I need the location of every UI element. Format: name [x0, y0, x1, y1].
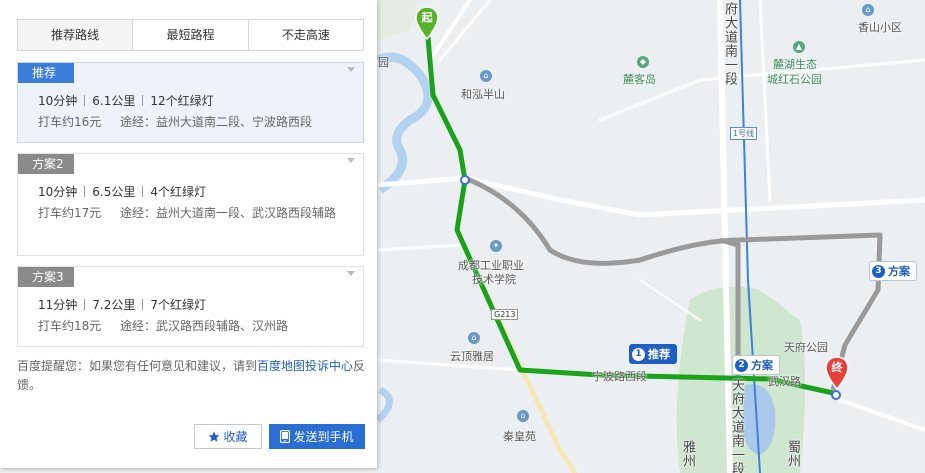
plan-header: 方案3	[18, 267, 363, 287]
map-label-xiangshan: 香山小区	[858, 21, 902, 34]
route-tabs: 推荐路线 最短路程 不走高速	[17, 19, 364, 51]
poi-icon[interactable]: ⌂	[517, 410, 529, 422]
tab-no-highway[interactable]: 不走高速	[248, 20, 363, 50]
map-label-hehong: 和泓半山	[461, 88, 505, 101]
plan-info: 打车约16元 途经：益州大道南二段、宁波路西段	[38, 112, 348, 133]
plan-tag: 推荐	[18, 63, 74, 83]
map-label-tianfu-park: 天府公园	[784, 341, 828, 354]
separator	[142, 299, 144, 310]
poi-icon[interactable]: ▲	[793, 41, 805, 53]
plan-info: 打车约18元 途经：武汉路西段辅路、汉州路	[38, 316, 348, 337]
map-label-cdzy2: 技术学院	[472, 273, 516, 286]
plan-distance: 6.5公里	[92, 185, 136, 199]
separator	[84, 186, 86, 197]
route-tag-number: 3	[872, 264, 885, 278]
end-marker[interactable]: 终	[825, 356, 849, 391]
tab-recommended[interactable]: 推荐路线	[18, 20, 134, 50]
plan-distance: 7.2公里	[92, 298, 136, 312]
phone-icon	[280, 430, 291, 443]
plan-time: 11分钟	[38, 298, 78, 312]
separator	[142, 186, 144, 197]
map-label-luhu2: 城红石公园	[767, 73, 822, 86]
poi-icon[interactable]: ⌂	[468, 332, 480, 344]
plan-via: 途经：益州大道南二段、宁波路西段	[120, 115, 313, 129]
route-tag-plan3[interactable]: 3 方案	[869, 261, 917, 281]
plan-header: 方案2	[18, 154, 363, 174]
star-icon	[208, 431, 220, 442]
poi-icon[interactable]: ⌂	[862, 4, 874, 16]
plan-taxi-fare: 打车约16元	[38, 115, 102, 129]
send-to-phone-button[interactable]: 发送到手机	[269, 424, 365, 449]
tab-shortest[interactable]: 最短路程	[133, 20, 249, 50]
map-label-yazhou: 雅州	[680, 440, 695, 468]
favorite-button[interactable]: 收藏	[194, 424, 262, 449]
favorite-label: 收藏	[223, 430, 248, 444]
plan-stats: 10分钟 6.1公里 12个红绿灯	[38, 92, 214, 109]
plan-lights: 12个红绿灯	[150, 94, 214, 108]
separator	[84, 95, 86, 106]
map-label-luke: 麓客岛	[623, 73, 656, 86]
poi-icon[interactable]: ⌂	[480, 70, 492, 82]
map-label-yuan: 园	[378, 56, 389, 69]
feedback-notice: 百度提醒您：如果您有任何意见和建议，请到百度地图投诉中心反馈。	[17, 357, 367, 395]
route-tag-plan2[interactable]: 2 方案	[732, 355, 780, 375]
plan-lights: 7个红绿灯	[150, 298, 207, 312]
complaint-center-link[interactable]: 百度地图投诉中心	[257, 359, 353, 373]
poi-icon[interactable]: ◆	[637, 56, 649, 68]
plan-info: 打车约17元 途经：益州大道南一段、武汉路西段辅路	[38, 203, 348, 224]
route-plan-1[interactable]: 推荐 10分钟 6.1公里 12个红绿灯 打车约16元 途经：益州大道南二段、宁波…	[17, 62, 364, 143]
map-label-tianfu-vert: 天府大道南一段	[729, 378, 744, 473]
plan-tag: 方案3	[18, 267, 74, 287]
separator	[142, 95, 144, 106]
plan-lights: 4个红绿灯	[150, 185, 207, 199]
expand-arrow-icon[interactable]	[347, 271, 355, 276]
plan-via: 途经：武汉路西段辅路、汉州路	[120, 319, 289, 333]
route-tag-number: 1	[632, 347, 645, 361]
road-shield: G213	[491, 309, 519, 320]
expand-arrow-icon[interactable]	[347, 158, 355, 163]
route-tag-label: 方案	[751, 359, 773, 372]
map-label-wuhan: 武汉路	[768, 375, 801, 388]
map-label-fudao: 府大道南一段	[722, 2, 737, 86]
map-label-luhu: 麓湖生态	[773, 58, 817, 71]
route-tag-recommended[interactable]: 1 推荐	[629, 344, 677, 364]
route-tag-number: 2	[735, 358, 748, 372]
plan-time: 10分钟	[38, 94, 78, 108]
plan-stats: 11分钟 7.2公里 7个红绿灯	[38, 296, 206, 313]
plan-stats: 10分钟 6.5公里 4个红绿灯	[38, 183, 206, 200]
route-tag-label: 方案	[888, 265, 910, 278]
route-plan-2[interactable]: 方案2 10分钟 6.5公里 4个红绿灯 打车约17元 途经：益州大道南一段、武汉…	[17, 153, 364, 256]
plan-taxi-fare: 打车约17元	[38, 206, 102, 220]
start-marker[interactable]: 起	[415, 6, 439, 41]
plan-time: 10分钟	[38, 185, 78, 199]
plan-distance: 6.1公里	[92, 94, 136, 108]
start-marker-label: 起	[421, 11, 433, 24]
separator	[84, 299, 86, 310]
notice-prefix: 百度提醒您：如果您有任何意见和建议，请到	[17, 359, 258, 373]
expand-arrow-icon[interactable]	[347, 67, 355, 72]
send-to-phone-label: 发送到手机	[293, 430, 354, 444]
route-panel: 推荐路线 最短路程 不走高速 推荐 10分钟 6.1公里 12个红绿灯 打车约1…	[0, 0, 377, 468]
end-marker-label: 终	[831, 361, 843, 374]
route-tag-label: 推荐	[648, 348, 670, 361]
plan-tag: 方案2	[18, 154, 74, 174]
plan-via: 途经：益州大道南一段、武汉路西段辅路	[120, 206, 337, 220]
plan-taxi-fare: 打车约18元	[38, 319, 102, 333]
route-plan-3[interactable]: 方案3 11分钟 7.2公里 7个红绿灯 打车约18元 途经：武汉路西段辅路、汉州…	[17, 266, 364, 347]
map-label-shuzhou: 蜀州	[785, 440, 800, 468]
map-label-ningbo: 宁波路西段	[592, 370, 647, 383]
map-label-yunding: 云顶雅居	[450, 350, 494, 363]
poi-icon[interactable]: ✦	[490, 240, 502, 252]
map-label-qinhuang: 秦皇苑	[503, 430, 536, 443]
metro-line-tag: 1号线	[730, 127, 758, 140]
plan-header: 推荐	[18, 63, 363, 83]
